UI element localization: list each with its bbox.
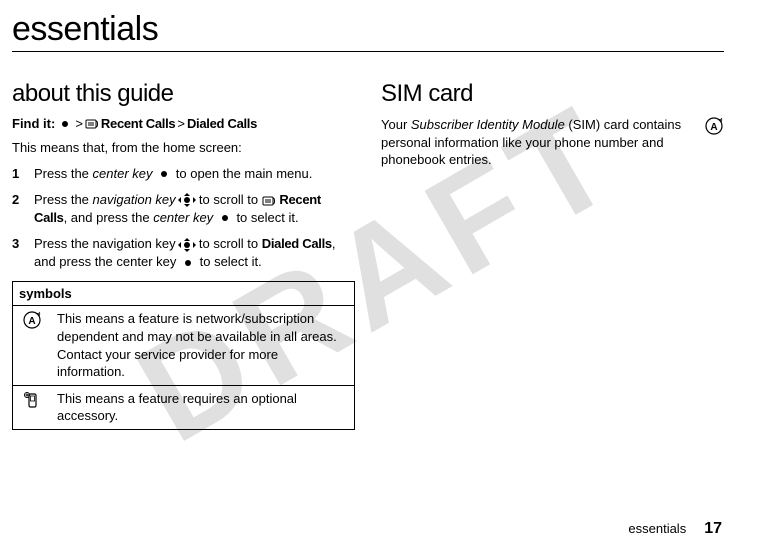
center-key-icon: [57, 118, 73, 130]
table-row: This means a feature requires an optiona…: [13, 385, 355, 429]
center-key-icon: [180, 257, 196, 269]
breadcrumb-sep: >: [75, 116, 83, 131]
optional-accessory-text: This means a feature requires an optiona…: [51, 385, 355, 429]
step-text: to select it.: [236, 210, 298, 225]
center-key-icon: [217, 212, 233, 224]
svg-text:A: A: [710, 122, 717, 133]
step-1: 1 Press the center key to open the main …: [12, 165, 355, 183]
navigation-key-icon: [179, 239, 195, 251]
footer-section: essentials: [628, 521, 686, 536]
find-it-label: Find it:: [12, 116, 55, 131]
network-dependent-icon: A: [704, 116, 724, 136]
step-2: 2 Press the navigation key to scroll to …: [12, 191, 355, 227]
recent-calls-text: Recent Calls: [101, 116, 175, 131]
network-dependent-icon: A: [13, 306, 52, 385]
step-number: 1: [12, 165, 34, 183]
sim-card-body: Your Subscriber Identity Module (SIM) ca…: [381, 116, 696, 169]
steps-list: 1 Press the center key to open the main …: [12, 165, 355, 272]
center-key-term: center key: [153, 210, 213, 225]
recent-calls-icon: [85, 118, 99, 130]
sim-card-body-row: Your Subscriber Identity Module (SIM) ca…: [381, 116, 724, 177]
center-key-icon: [156, 168, 172, 180]
step-3: 3 Press the navigation key to scroll to …: [12, 235, 355, 271]
sim-card-heading: SIM card: [381, 80, 724, 108]
step-text: Press the: [34, 192, 93, 207]
optional-accessory-icon: [13, 385, 52, 429]
navigation-key-icon: [179, 194, 195, 206]
page-number: 17: [704, 520, 722, 538]
two-column-layout: about this guide Find it: > Recent Calls…: [12, 80, 724, 430]
step-text: , and press the: [64, 210, 154, 225]
symbols-header: symbols: [13, 282, 355, 306]
dialed-calls-text: Dialed Calls: [262, 236, 332, 251]
svg-text:A: A: [28, 316, 35, 327]
symbols-table: symbols A This means a feature is networ…: [12, 281, 355, 429]
intro-text: This means that, from the home screen:: [12, 139, 355, 157]
navigation-key-term: navigation key: [93, 192, 176, 207]
step-text: Press the navigation key: [34, 236, 179, 251]
breadcrumb-sep: >: [177, 116, 185, 131]
center-key-term: center key: [93, 166, 153, 181]
right-column: SIM card Your Subscriber Identity Module…: [381, 80, 724, 430]
recent-calls-icon: [262, 194, 276, 206]
step-text: Press the: [34, 166, 93, 181]
step-text: to scroll to: [199, 192, 262, 207]
network-dependent-text: This means a feature is network/subscrip…: [51, 306, 355, 385]
step-text: to open the main menu.: [176, 166, 313, 181]
table-row: A This means a feature is network/subscr…: [13, 306, 355, 385]
sim-term: Subscriber Identity Module: [411, 117, 565, 132]
left-column: about this guide Find it: > Recent Calls…: [12, 80, 355, 430]
step-text: to select it.: [200, 254, 262, 269]
dialed-calls-text: Dialed Calls: [187, 116, 257, 131]
find-it-line: Find it: > Recent Calls > Dialed Calls: [12, 116, 355, 131]
page-content: essentials about this guide Find it: > R…: [0, 0, 758, 430]
about-guide-heading: about this guide: [12, 80, 355, 108]
page-footer: essentials 17: [628, 520, 722, 538]
step-text: to scroll to: [199, 236, 262, 251]
step-number: 3: [12, 235, 34, 271]
page-title: essentials: [12, 10, 724, 49]
step-number: 2: [12, 191, 34, 227]
title-rule: [12, 51, 724, 52]
sim-body-pre: Your: [381, 117, 411, 132]
